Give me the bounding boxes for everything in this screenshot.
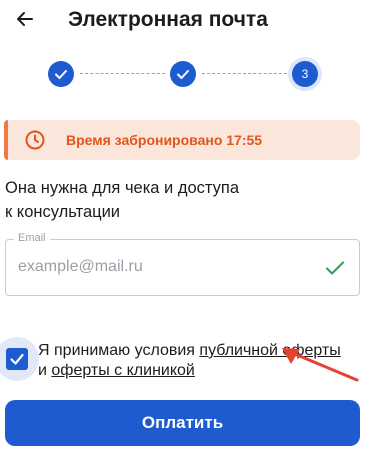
agreement-middle: и (38, 362, 52, 379)
email-field: Email (5, 232, 360, 296)
progress-stepper: 3 (0, 60, 368, 92)
check-icon (10, 353, 24, 365)
step-3-current: 3 (292, 61, 318, 87)
check-icon (326, 261, 344, 275)
clock-icon (25, 130, 45, 150)
banner-accent-bar (4, 120, 8, 160)
check-icon (55, 70, 67, 79)
description-line-2: к консультации (5, 203, 121, 221)
step-connector (202, 73, 287, 74)
description-line-1: Она нужна для чека и доступа (5, 179, 240, 197)
email-label: Email (14, 232, 50, 244)
red-arrow-annotation (282, 348, 359, 382)
email-input[interactable] (18, 258, 318, 276)
agreement-checkbox[interactable] (6, 348, 28, 370)
arrow-left-icon (17, 12, 33, 26)
pay-button[interactable]: Оплатить (5, 400, 360, 446)
step-2-done (170, 61, 196, 87)
header: Электронная почта (0, 0, 368, 42)
step-connector (80, 73, 165, 74)
page-title: Электронная почта (68, 8, 268, 31)
agreement-prefix: Я принимаю условия (38, 342, 200, 359)
email-description: Она нужна для чека и доступа к консульта… (5, 176, 335, 224)
clinic-offer-link[interactable]: оферты с клиникой (51, 362, 194, 379)
step-number: 3 (301, 67, 309, 81)
back-button[interactable] (12, 6, 38, 32)
check-icon (177, 70, 189, 79)
booking-timer-banner: Время забронировано 17:55 (4, 120, 360, 160)
timer-text: Время забронировано 17:55 (66, 132, 263, 148)
step-1-done (48, 61, 74, 87)
